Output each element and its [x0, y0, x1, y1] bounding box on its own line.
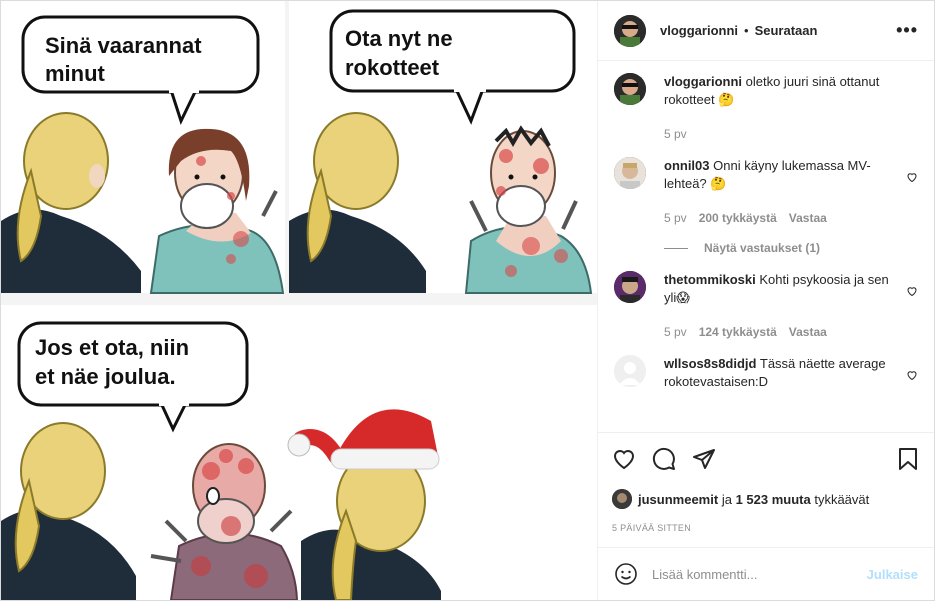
comment-avatar[interactable] — [614, 355, 646, 387]
comment: thetommikoski Kohti psykoosia ja sen yli… — [614, 271, 918, 341]
comment: wllsos8s8didjd Tässä näette average roko… — [614, 355, 918, 391]
view-replies-button[interactable]: Näytä vastaukset (1) — [664, 241, 918, 255]
comments-list[interactable]: vloggarionni oletko juuri sinä ottanut r… — [598, 61, 934, 432]
smiley-icon[interactable] — [614, 562, 638, 586]
post-dialog: Sinä vaarannat minut Ota nyt ne rokottee… — [0, 0, 935, 601]
comment: onnil03 Onni käyny lukemassa MV-lehteä? … — [614, 157, 918, 227]
bubble-3-line-2: et näe joulua. — [35, 364, 176, 389]
comment-heart-icon[interactable] — [906, 285, 918, 297]
replies-line — [664, 247, 688, 249]
bubble-1-line-2: minut — [45, 61, 106, 86]
likes-suffix: tykkäävät — [814, 491, 870, 507]
comment-time[interactable]: 5 pv — [664, 209, 687, 227]
bookmark-icon[interactable] — [896, 447, 920, 471]
comment-time[interactable]: 5 pv — [664, 323, 687, 341]
author-username[interactable]: vloggarionni — [660, 23, 738, 38]
comment-likes[interactable]: 200 tykkäystä — [699, 209, 777, 227]
liker-username[interactable]: jusunmeemit — [638, 492, 718, 507]
comment-heart-icon[interactable] — [906, 369, 918, 381]
meme-comic: Sinä vaarannat minut Ota nyt ne rokottee… — [1, 1, 597, 600]
post-comment-button[interactable]: Julkaise — [867, 567, 918, 582]
bubble-2-line-1: Ota nyt ne — [345, 26, 453, 51]
likes-summary: jusunmeemit ja 1 523 muuta tykkäävät — [612, 489, 920, 509]
caption-username[interactable]: vloggarionni — [664, 74, 742, 89]
post-sidebar: vloggarionni • Seurataan ••• vloggarionn… — [598, 1, 934, 600]
caption-time[interactable]: 5 pv — [664, 125, 687, 143]
heart-icon[interactable] — [612, 447, 636, 471]
comment-username[interactable]: thetommikoski — [664, 272, 756, 287]
paper-plane-icon[interactable] — [692, 447, 716, 471]
reply-button[interactable]: Vastaa — [789, 209, 827, 227]
following-button[interactable]: Seurataan — [755, 23, 818, 38]
comment-meta: 5 pv 200 tykkäystä Vastaa — [664, 209, 900, 227]
more-dots-icon[interactable]: ••• — [896, 20, 918, 41]
comment-avatar[interactable] — [614, 271, 646, 303]
post-timestamp[interactable]: 5 PÄIVÄÄ SITTEN — [612, 523, 920, 533]
post-actions: jusunmeemit ja 1 523 muuta tykkäävät 5 P… — [598, 432, 934, 533]
comment-likes[interactable]: 124 tykkäystä — [699, 323, 777, 341]
caption-meta: 5 pv — [664, 125, 918, 143]
likes-count[interactable]: 1 523 muuta — [736, 492, 811, 507]
add-comment-bar: Julkaise — [598, 547, 934, 600]
comment-input[interactable] — [652, 566, 867, 582]
comment-username[interactable]: onnil03 — [664, 158, 710, 173]
likes-connector: ja — [721, 491, 732, 507]
caption-avatar[interactable] — [614, 73, 646, 105]
comment-bubble-icon[interactable] — [652, 447, 676, 471]
liker-avatar[interactable] — [612, 489, 632, 509]
author-avatar[interactable] — [614, 14, 646, 47]
comment-avatar[interactable] — [614, 157, 646, 189]
bubble-3-line-1: Jos et ota, niin — [35, 335, 189, 360]
comment-heart-icon[interactable] — [906, 171, 918, 183]
bubble-1-line-1: Sinä vaarannat — [45, 33, 202, 58]
view-replies-label: Näytä vastaukset (1) — [704, 241, 821, 255]
bubble-2-line-2: rokotteet — [345, 55, 440, 80]
separator-dot: • — [744, 23, 749, 38]
post-header: vloggarionni • Seurataan ••• — [598, 1, 934, 61]
action-icons — [612, 445, 920, 473]
comment-username[interactable]: wllsos8s8didjd — [664, 356, 756, 371]
post-image[interactable]: Sinä vaarannat minut Ota nyt ne rokottee… — [1, 1, 598, 600]
comment-meta: 5 pv 124 tykkäystä Vastaa — [664, 323, 900, 341]
reply-button[interactable]: Vastaa — [789, 323, 827, 341]
caption: vloggarionni oletko juuri sinä ottanut r… — [614, 73, 918, 143]
